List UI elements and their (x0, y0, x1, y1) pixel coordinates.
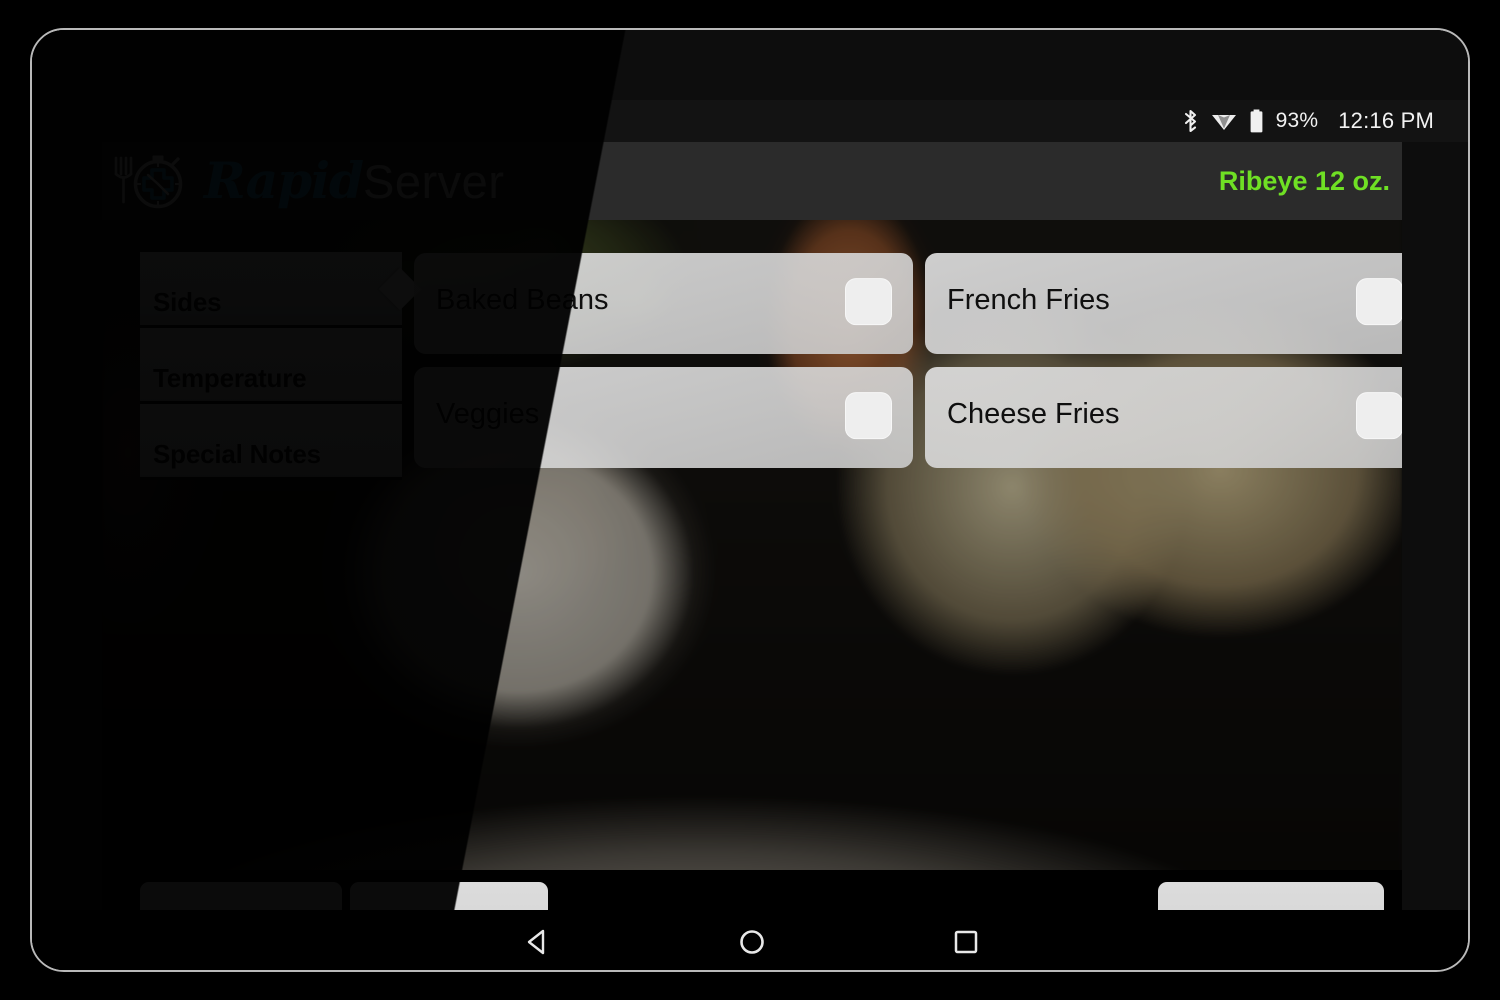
app-header: RapidServer Ribeye 12 oz. (102, 142, 1402, 220)
option-label: Veggies (436, 398, 540, 430)
bluetooth-icon (1182, 109, 1199, 133)
checkbox-unchecked-icon[interactable] (1356, 277, 1402, 325)
option-card-veggies[interactable]: Veggies (414, 367, 913, 468)
android-nav-bar (32, 910, 1468, 970)
brand-name-secondary: Server (363, 155, 505, 208)
brand-name-primary: Rapid (204, 151, 364, 210)
device-screen: 93% 12:16 PM RapidServer Ribeye 12 oz. S… (32, 30, 1468, 970)
checkbox-unchecked-icon[interactable] (845, 391, 892, 439)
recents-square-icon[interactable] (938, 914, 994, 970)
brand-wordmark: RapidServer (204, 156, 504, 206)
stopwatch-fork-logo-icon (110, 150, 192, 212)
option-label: Cheese Fries (947, 398, 1120, 430)
content-area: Sides Temperature Special Notes Baked Be… (102, 220, 1402, 870)
sidebar-item-temperature[interactable]: Temperature (140, 328, 402, 404)
battery-percent-label: 93% (1275, 109, 1319, 132)
sidebar-item-special-notes[interactable]: Special Notes (140, 404, 402, 480)
sidebar-item-label: Temperature (153, 363, 307, 393)
checkbox-unchecked-icon[interactable] (845, 277, 892, 325)
option-card-french-fries[interactable]: French Fries (925, 253, 1402, 354)
checkbox-unchecked-icon[interactable] (1356, 391, 1402, 439)
option-card-cheese-fries[interactable]: Cheese Fries (925, 367, 1402, 468)
option-card-baked-beans[interactable]: Baked Beans (414, 253, 913, 354)
wifi-icon (1211, 111, 1237, 131)
order-item-title: Ribeye 12 oz. (1218, 165, 1390, 196)
home-circle-icon[interactable] (724, 914, 780, 970)
sidebar-item-sides[interactable]: Sides (140, 252, 402, 328)
option-label: French Fries (947, 284, 1110, 316)
back-triangle-icon[interactable] (510, 914, 566, 970)
category-sidebar: Sides Temperature Special Notes (140, 252, 402, 480)
battery-icon (1249, 109, 1264, 133)
tablet-device-frame: 93% 12:16 PM RapidServer Ribeye 12 oz. S… (30, 28, 1470, 972)
sidebar-item-label: Special Notes (153, 439, 321, 469)
option-label: Baked Beans (436, 284, 609, 316)
status-bar: 93% 12:16 PM (32, 100, 1468, 142)
status-clock-label: 12:16 PM (1338, 108, 1434, 133)
sidebar-item-label: Sides (153, 287, 222, 317)
option-grid: Baked Beans French Fries Veggies Cheese … (414, 253, 1402, 468)
